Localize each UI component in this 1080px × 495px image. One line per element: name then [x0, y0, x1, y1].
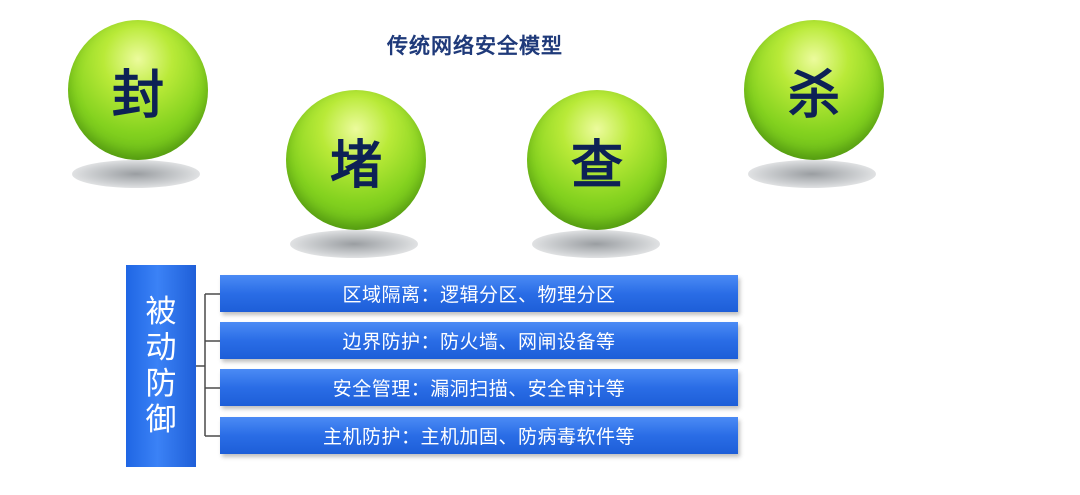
defense-item-zone-isolation: 区域隔离：逻辑分区、物理分区 [220, 275, 738, 312]
defense-item-host-protection: 主机防护：主机加固、防病毒软件等 [220, 417, 738, 454]
defense-item-border-protection: 边界防护：防火墙、网闸设备等 [220, 322, 738, 359]
defense-item-security-management: 安全管理：漏洞扫描、安全审计等 [220, 369, 738, 406]
